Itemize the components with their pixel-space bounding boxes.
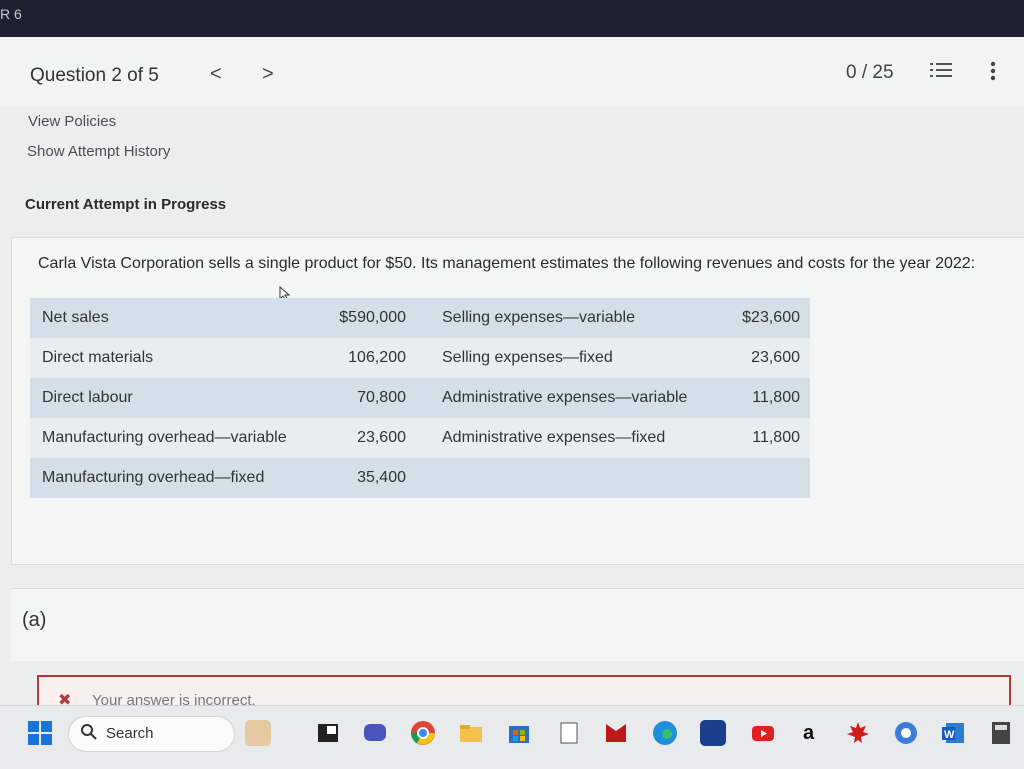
part-a-section: [11, 588, 1024, 661]
top-bar: R 6: [0, 0, 1024, 37]
row-value: 70,800: [357, 389, 406, 406]
row-label: Manufacturing overhead—fixed: [42, 469, 265, 486]
part-a-label: (a): [22, 609, 47, 631]
mcafee-icon[interactable]: [603, 720, 629, 746]
question-header: Question 2 of 5 < > 0 / 25: [0, 37, 1024, 107]
edge-icon[interactable]: [652, 720, 678, 746]
row-value: $590,000: [339, 309, 406, 326]
word-icon[interactable]: W: [940, 720, 966, 746]
amazon-icon[interactable]: a: [797, 720, 823, 746]
weather-icon[interactable]: [245, 720, 271, 746]
row-label: Selling expenses—fixed: [442, 349, 613, 366]
attempt-status: Current Attempt in Progress: [25, 196, 227, 213]
question-list-icon[interactable]: [930, 61, 952, 86]
maple-leaf-icon[interactable]: [845, 720, 871, 746]
app-icon[interactable]: [893, 720, 919, 746]
folder-icon[interactable]: [458, 720, 484, 746]
search-label: Search: [106, 725, 154, 742]
row-label: Administrative expenses—variable: [442, 389, 688, 406]
corner-text: R 6: [0, 6, 22, 22]
svg-text:W: W: [944, 729, 955, 741]
previous-question-button[interactable]: <: [210, 63, 222, 86]
table-row: Direct labour 70,800 Administrative expe…: [30, 378, 810, 418]
question-label: Question 2 of 5: [30, 65, 159, 86]
rbc-icon[interactable]: [700, 720, 726, 746]
row-label: Manufacturing overhead—variable: [42, 429, 287, 446]
file-explorer-icon[interactable]: [315, 720, 341, 746]
table-row: Net sales $590,000 Selling expenses—vari…: [30, 298, 810, 338]
chat-icon[interactable]: [362, 720, 388, 746]
next-question-button[interactable]: >: [262, 63, 274, 86]
windows-start-icon[interactable]: [27, 720, 53, 746]
row-label: Direct labour: [42, 389, 133, 406]
score-display: 0 / 25: [846, 62, 894, 83]
row-value: 23,600: [357, 429, 406, 446]
youtube-icon[interactable]: [750, 720, 776, 746]
view-policies-link[interactable]: View Policies: [28, 113, 116, 130]
problem-statement: Carla Vista Corporation sells a single p…: [38, 255, 976, 272]
more-options-icon[interactable]: [990, 61, 996, 86]
row-label: Net sales: [42, 309, 109, 326]
calculator-icon[interactable]: [988, 720, 1014, 746]
table-row: Manufacturing overhead—variable 23,600 A…: [30, 418, 810, 458]
show-attempt-history-link[interactable]: Show Attempt History: [27, 143, 170, 160]
svg-text:a: a: [803, 722, 815, 744]
row-value: 35,400: [357, 469, 406, 486]
search-icon: [80, 723, 98, 746]
row-label: Direct materials: [42, 349, 154, 366]
row-label: Selling expenses—variable: [442, 309, 635, 326]
chrome-icon[interactable]: [410, 720, 436, 746]
row-value: 106,200: [348, 349, 406, 366]
store-icon[interactable]: [506, 720, 532, 746]
table-row: Direct materials 106,200 Selling expense…: [30, 338, 810, 378]
notepad-icon[interactable]: [556, 720, 582, 746]
row-value: $23,600: [742, 309, 800, 326]
row-value: 11,800: [752, 429, 800, 446]
row-value: 23,600: [751, 349, 800, 366]
table-row: Manufacturing overhead—fixed 35,400: [30, 458, 810, 498]
row-value: 11,800: [752, 389, 800, 406]
row-label: Administrative expenses—fixed: [442, 429, 666, 446]
cost-table: Net sales $590,000 Selling expenses—vari…: [30, 298, 810, 498]
